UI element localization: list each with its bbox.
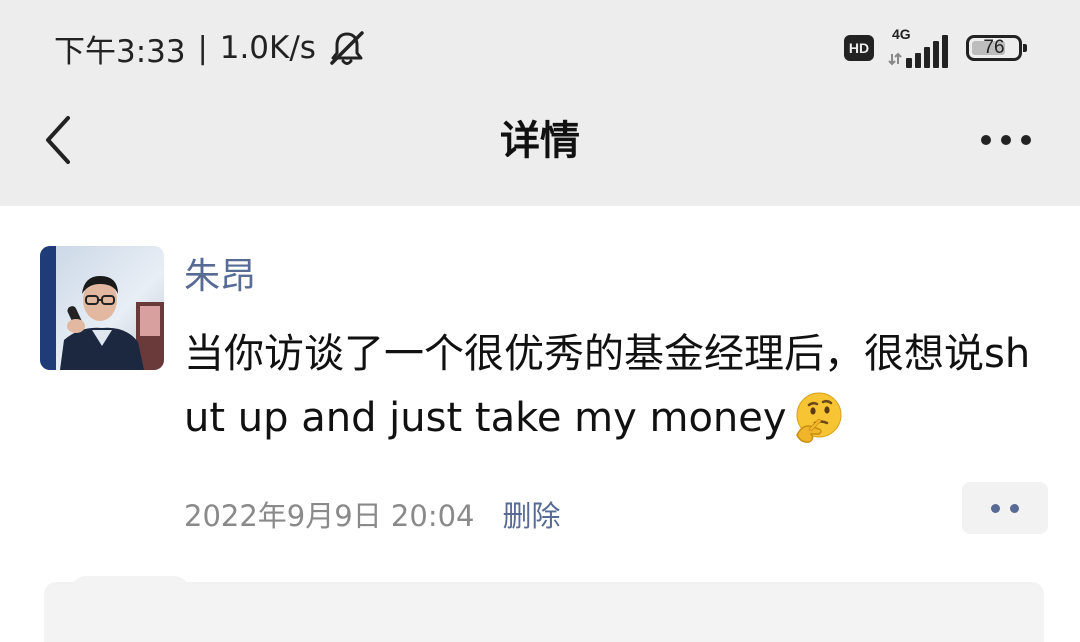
page-title: 详情 [500,118,580,164]
battery-tip [1023,44,1027,52]
post-meta: 2022年9月9日 20:04 删除 [184,494,561,534]
comment-like-button[interactable] [962,482,1048,534]
more-dots-icon-dot [1010,503,1019,513]
status-time: 下午3:33 [54,33,186,70]
network-speed: 1.0K/s [219,30,316,66]
hd-badge: HD [844,35,874,61]
more-dots-icon [991,503,1000,513]
delete-link[interactable]: 删除 [503,493,561,535]
avatar[interactable] [40,246,164,370]
post-text: 当你访谈了一个很优秀的基金经理后，很想说shut up and just tak… [184,331,1031,441]
navigation-bar: 详情 [0,96,1080,206]
status-left-group: 下午3:33 | 1.0K/s [54,26,368,70]
status-separator: | [197,30,208,66]
battery-indicator: 76 [966,35,1027,61]
post-timestamp: 2022年9月9日 20:04 [184,499,475,533]
post-content: 当你访谈了一个很优秀的基金经理后，很想说shut up and just tak… [184,322,1054,450]
moment-post: 朱昂 当你访谈了一个很优秀的基金经理后，很想说shut up and just … [0,206,1080,642]
author-name[interactable]: 朱昂 [184,254,256,300]
status-right-group: HD 4G 76 [844,26,1027,70]
cellular-signal: 4G [888,26,950,68]
thinking-face-emoji [795,392,842,443]
battery-level-text: 76 [983,37,1005,58]
bell-muted-icon [330,31,364,65]
more-horizontal-icon [981,135,1031,145]
more-options-button[interactable] [976,118,1036,162]
status-bar: 下午3:33 | 1.0K/s HD 4G 76 [0,0,1080,96]
avatar-photo [40,246,164,370]
comment-area [44,582,1044,642]
signal-bars-icon [888,35,948,68]
